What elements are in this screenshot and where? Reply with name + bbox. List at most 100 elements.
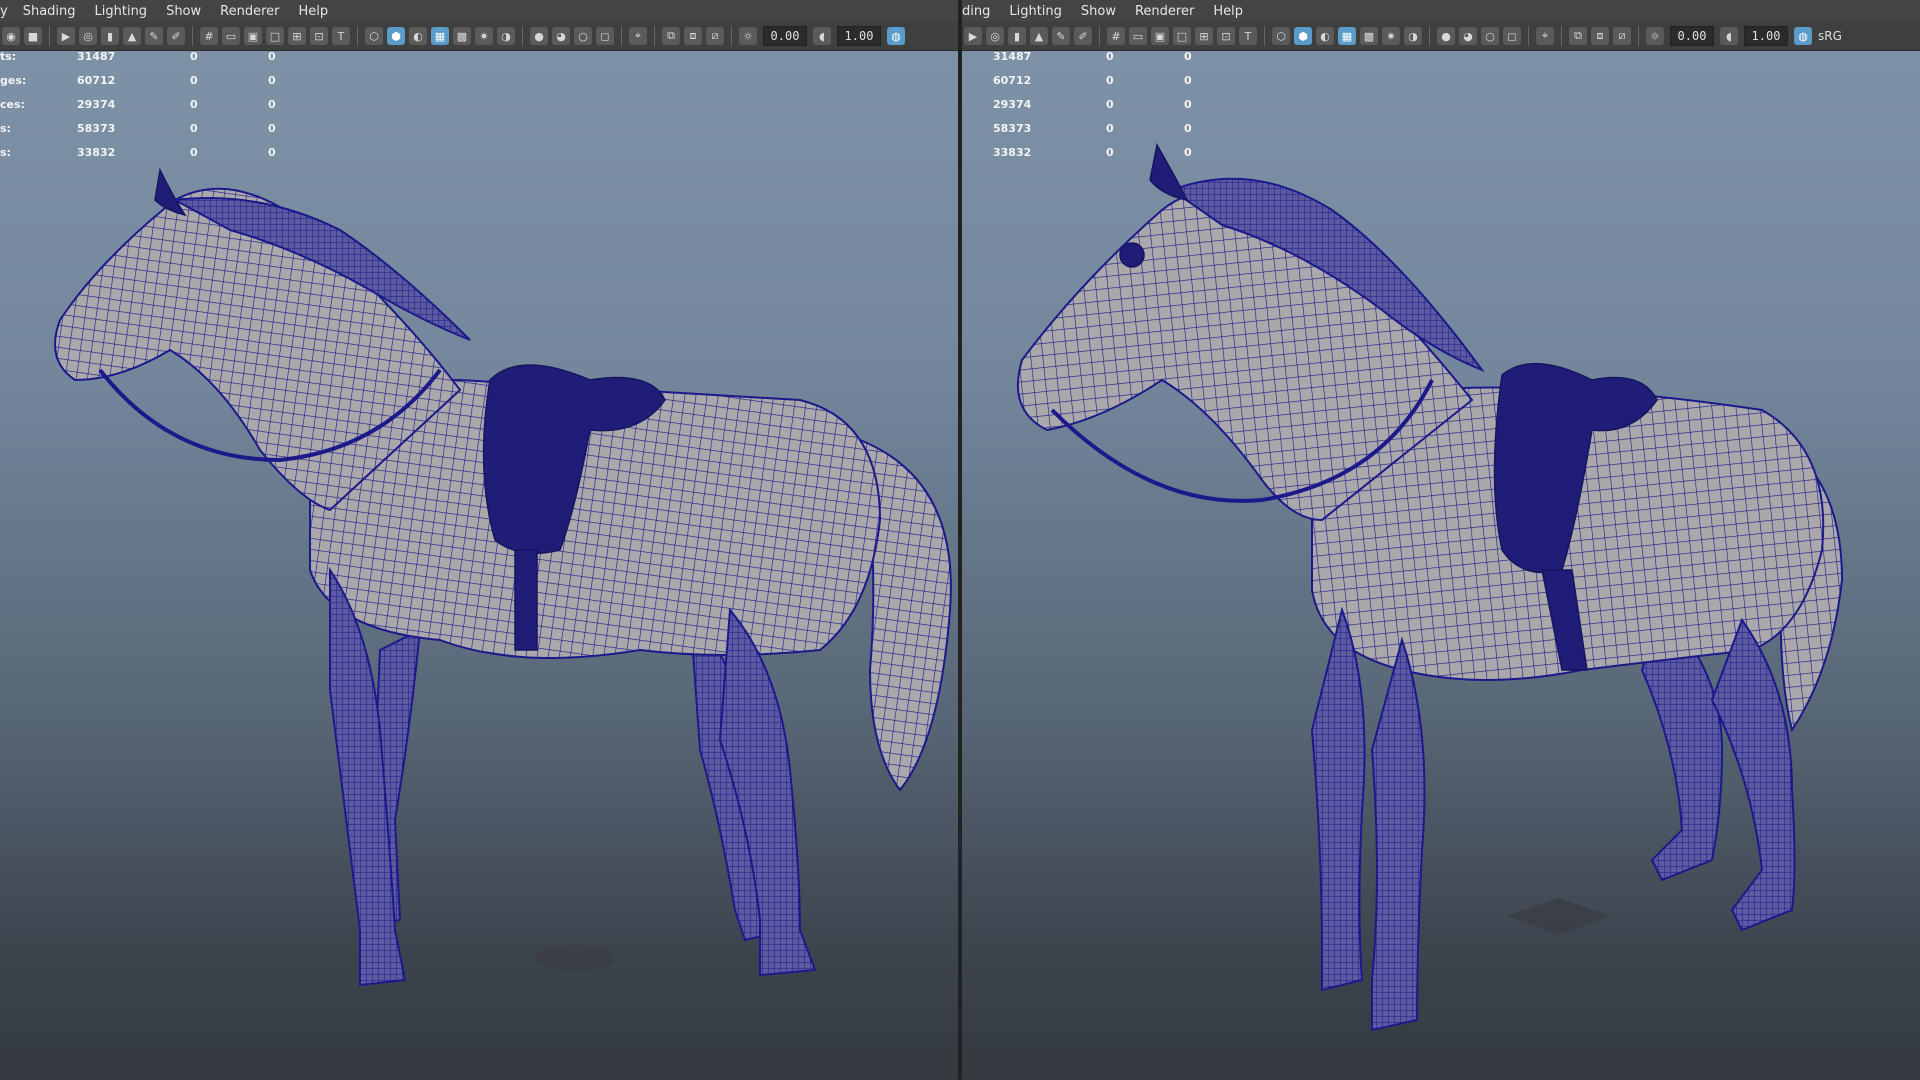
ambient-occlusion-icon[interactable]: ●: [1437, 27, 1455, 45]
gamma-field[interactable]: 1.00: [1744, 26, 1788, 46]
menu-renderer[interactable]: Renderer: [220, 4, 279, 19]
menu-shading[interactable]: Shading: [23, 4, 76, 19]
film-gate-icon[interactable]: ▭: [1129, 27, 1147, 45]
bookmark-icon[interactable]: ▮: [1008, 27, 1026, 45]
ground-shadow: [535, 945, 615, 971]
camera-attributes-icon[interactable]: ◎: [986, 27, 1004, 45]
colorspace-label[interactable]: sRG: [1818, 29, 1842, 43]
checker-icon[interactable]: ▩: [1360, 27, 1378, 45]
safe-action-icon[interactable]: ⊡: [310, 27, 328, 45]
shadow-icon[interactable]: ◑: [1404, 27, 1422, 45]
menu-help[interactable]: Help: [298, 4, 328, 19]
image-plane-icon[interactable]: ▲: [1030, 27, 1048, 45]
grease-pencil-icon[interactable]: ✐: [1074, 27, 1092, 45]
saddle-girth: [514, 549, 538, 651]
menu-help[interactable]: Help: [1213, 4, 1243, 19]
resolution-gate-icon[interactable]: ▣: [1151, 27, 1169, 45]
exposure-icon[interactable]: ☼: [739, 27, 757, 45]
horse-mesh-left[interactable]: [0, 50, 958, 1080]
gamma-icon[interactable]: ◖: [813, 27, 831, 45]
camera-icon[interactable]: ▶: [964, 27, 982, 45]
xray-joints-icon[interactable]: ⧈: [1591, 27, 1609, 45]
isolate-icon[interactable]: ⌖: [1536, 27, 1554, 45]
menu-shading[interactable]: ding: [962, 4, 990, 19]
light-icon[interactable]: ✷: [1382, 27, 1400, 45]
select-camera-icon[interactable]: ◉: [2, 27, 20, 45]
lock-camera-icon[interactable]: ■: [24, 27, 42, 45]
horse-leg-front-far: [1370, 636, 1426, 1032]
ambient-occlusion-icon[interactable]: ●: [530, 27, 548, 45]
menu-show[interactable]: Show: [1081, 4, 1116, 19]
viewport-toolbar: ▶ ◎ ▮ ▲ ✎ ✐ # ▭ ▣ □ ⊞ ⊡ T ⬡ ⬢ ◐ ▦ ▩ ✷ ◑ …: [962, 22, 1920, 51]
film-gate-icon[interactable]: ▭: [222, 27, 240, 45]
toolbar-divider: [1638, 26, 1639, 46]
toolbar-divider: [49, 26, 50, 46]
horse-ear: [154, 167, 187, 217]
viewport-left[interactable]: y Shading Lighting Show Renderer Help ◉ …: [0, 0, 958, 1080]
menu-lighting[interactable]: Lighting: [95, 4, 148, 19]
exposure-icon[interactable]: ☼: [1646, 27, 1664, 45]
two-d-pan-icon[interactable]: ✎: [145, 27, 163, 45]
xray-icon[interactable]: ⧉: [662, 27, 680, 45]
menu-lighting[interactable]: Lighting: [1009, 4, 1062, 19]
wireframe-icon[interactable]: ⬡: [365, 27, 383, 45]
gamma-icon[interactable]: ◖: [1720, 27, 1738, 45]
ground-shadow: [1507, 898, 1610, 935]
shadow-icon[interactable]: ◑: [497, 27, 515, 45]
checker-icon[interactable]: ▩: [453, 27, 471, 45]
shaded-icon[interactable]: ⬢: [1294, 27, 1312, 45]
horse-mesh-right[interactable]: [962, 50, 1920, 1080]
isolate-icon[interactable]: ⌖: [629, 27, 647, 45]
gate-mask-icon[interactable]: □: [266, 27, 284, 45]
light-icon[interactable]: ✷: [475, 27, 493, 45]
camera-attributes-icon[interactable]: ◎: [79, 27, 97, 45]
wireframe-on-shaded-icon[interactable]: ◐: [409, 27, 427, 45]
exposure-field[interactable]: 0.00: [763, 26, 807, 46]
two-d-pan-icon[interactable]: ✎: [1052, 27, 1070, 45]
viewport-menu-bar: ding Lighting Show Renderer Help: [962, 0, 1920, 22]
image-plane-icon[interactable]: ▲: [123, 27, 141, 45]
textured-icon[interactable]: ▦: [1338, 27, 1356, 45]
viewport-menu-bar: y Shading Lighting Show Renderer Help: [0, 0, 958, 22]
safe-action-icon[interactable]: ⊡: [1217, 27, 1235, 45]
resolution-gate-icon[interactable]: ▣: [244, 27, 262, 45]
safe-title-icon[interactable]: T: [1239, 27, 1257, 45]
depth-of-field-icon[interactable]: ◻: [1503, 27, 1521, 45]
toolbar-divider: [654, 26, 655, 46]
xray-joints-icon[interactable]: ⧈: [684, 27, 702, 45]
grid-icon[interactable]: #: [1107, 27, 1125, 45]
anti-alias-icon[interactable]: ○: [1481, 27, 1499, 45]
depth-of-field-icon[interactable]: ◻: [596, 27, 614, 45]
grid-icon[interactable]: #: [200, 27, 218, 45]
motion-blur-icon[interactable]: ◕: [552, 27, 570, 45]
backface-icon[interactable]: ⧄: [1613, 27, 1631, 45]
exposure-field[interactable]: 0.00: [1670, 26, 1714, 46]
anti-alias-icon[interactable]: ○: [574, 27, 592, 45]
colorspace-icon[interactable]: ◍: [887, 27, 905, 45]
field-chart-icon[interactable]: ⊞: [1195, 27, 1213, 45]
camera-icon[interactable]: ▶: [57, 27, 75, 45]
toolbar-divider: [357, 26, 358, 46]
viewport-toolbar: ◉ ■ ▶ ◎ ▮ ▲ ✎ ✐ # ▭ ▣ □ ⊞ ⊡ T ⬡ ⬢ ◐ ▦ ▩ …: [0, 22, 958, 51]
viewport-right[interactable]: ding Lighting Show Renderer Help ▶ ◎ ▮ ▲…: [962, 0, 1920, 1080]
wireframe-on-shaded-icon[interactable]: ◐: [1316, 27, 1334, 45]
backface-icon[interactable]: ⧄: [706, 27, 724, 45]
bookmark-icon[interactable]: ▮: [101, 27, 119, 45]
gamma-field[interactable]: 1.00: [837, 26, 881, 46]
colorspace-icon[interactable]: ◍: [1794, 27, 1812, 45]
toolbar-divider: [1561, 26, 1562, 46]
field-chart-icon[interactable]: ⊞: [288, 27, 306, 45]
horse-ear: [1149, 142, 1189, 202]
textured-icon[interactable]: ▦: [431, 27, 449, 45]
shaded-icon[interactable]: ⬢: [387, 27, 405, 45]
menu-show[interactable]: Show: [166, 4, 201, 19]
motion-blur-icon[interactable]: ◕: [1459, 27, 1477, 45]
xray-icon[interactable]: ⧉: [1569, 27, 1587, 45]
safe-title-icon[interactable]: T: [332, 27, 350, 45]
grease-pencil-icon[interactable]: ✐: [167, 27, 185, 45]
toolbar-divider: [522, 26, 523, 46]
menu-view[interactable]: y: [0, 4, 8, 19]
gate-mask-icon[interactable]: □: [1173, 27, 1191, 45]
menu-renderer[interactable]: Renderer: [1135, 4, 1194, 19]
wireframe-icon[interactable]: ⬡: [1272, 27, 1290, 45]
